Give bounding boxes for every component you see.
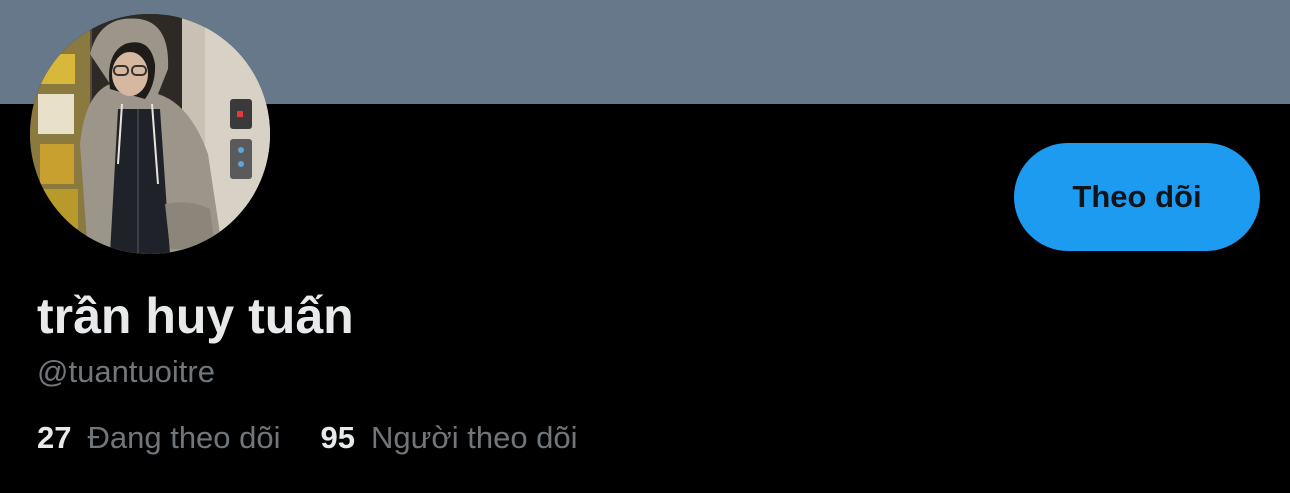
profile-handle: @tuantuoitre bbox=[37, 354, 215, 389]
profile-display-name: trần huy tuấn bbox=[37, 288, 354, 344]
following-label: Đang theo dõi bbox=[87, 420, 281, 455]
avatar-photo-icon bbox=[30, 14, 270, 254]
profile-avatar[interactable] bbox=[30, 14, 270, 254]
profile-header: Theo dõi trần huy tuấn @tuantuoitre 27 Đ… bbox=[0, 0, 1290, 493]
follow-button[interactable]: Theo dõi bbox=[1014, 143, 1260, 251]
followers-count: 95 bbox=[320, 420, 356, 455]
following-stat-link[interactable]: 27 Đang theo dõi bbox=[37, 418, 281, 458]
follow-stats: 27 Đang theo dõi 95 Người theo dõi bbox=[37, 418, 578, 458]
following-count: 27 bbox=[37, 420, 72, 455]
followers-stat-link[interactable]: 95 Người theo dõi bbox=[321, 418, 578, 458]
followers-label: Người theo dõi bbox=[371, 420, 578, 455]
